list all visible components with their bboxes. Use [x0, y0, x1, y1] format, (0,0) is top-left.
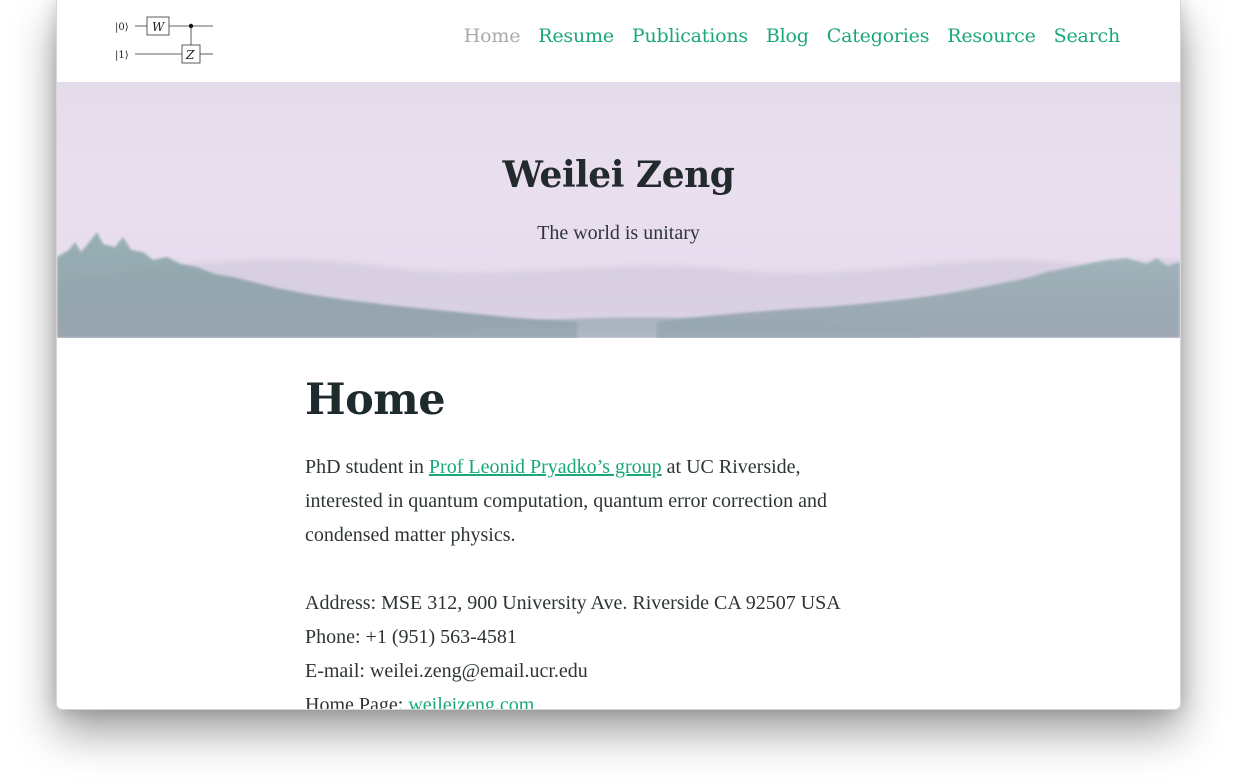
homepage-line: Home Page: weileizeng.com [305, 688, 915, 710]
intro-line2: interested in quantum computation, quant… [305, 490, 828, 512]
site-subtitle: The world is unitary [537, 222, 700, 244]
quantum-circuit-logo[interactable]: |0⟩ |1⟩ W Z [113, 12, 217, 68]
site-title: Weilei Zeng [502, 154, 735, 196]
email-text: E-mail: weilei.zeng@email.ucr.edu [305, 660, 588, 682]
nav-home[interactable]: Home [464, 25, 521, 47]
contact-block: Address: MSE 312, 900 University Ave. Ri… [305, 586, 915, 710]
hero-banner: Weilei Zeng The world is unitary [57, 82, 1180, 338]
logo-gate-z: Z [185, 48, 195, 62]
nav-publications[interactable]: Publications [632, 25, 748, 47]
misty-forest-image [57, 82, 1180, 338]
nav-categories[interactable]: Categories [827, 25, 930, 47]
browser-window: |0⟩ |1⟩ W Z Home Resume Publications Blo… [56, 0, 1181, 710]
nav-search[interactable]: Search [1054, 25, 1121, 47]
group-link[interactable]: Prof Leonid Pryadko’s group [429, 456, 662, 478]
address-text: Address: MSE 312, 900 University Ave. Ri… [305, 592, 841, 614]
page-title: Home [305, 375, 446, 425]
nav-resource[interactable]: Resource [947, 25, 1036, 47]
intro-paragraph: PhD student in Prof Leonid Pryadko’s gro… [305, 450, 915, 552]
homepage-label: Home Page: [305, 694, 409, 710]
phone-text: Phone: +1 (951) 563-4581 [305, 626, 517, 648]
logo-gate-w: W [152, 20, 166, 34]
nav-resume[interactable]: Resume [538, 25, 614, 47]
intro-prefix: PhD student in [305, 456, 429, 478]
navbar: |0⟩ |1⟩ W Z Home Resume Publications Blo… [57, 0, 1180, 82]
nav-links: Home Resume Publications Blog Categories… [446, 25, 1120, 47]
logo-ket0: |0⟩ [115, 22, 129, 33]
intro-line1-suffix: at UC Riverside, [661, 456, 801, 478]
homepage-link[interactable]: weileizeng.com [408, 694, 534, 709]
logo-ket1: |1⟩ [115, 50, 129, 61]
intro-line3: condensed matter physics. [305, 524, 516, 546]
nav-blog[interactable]: Blog [766, 25, 809, 47]
main-content: Home PhD student in Prof Leonid Pryadko’… [305, 374, 915, 710]
